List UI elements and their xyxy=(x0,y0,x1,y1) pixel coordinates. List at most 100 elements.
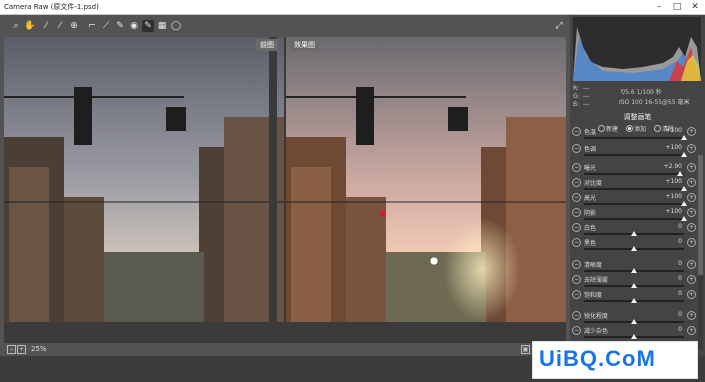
increase-icon[interactable]: + xyxy=(687,260,696,269)
zoom-in-icon[interactable]: + xyxy=(17,345,26,354)
increase-icon[interactable]: + xyxy=(687,127,696,136)
maximize-button[interactable]: □ xyxy=(668,0,686,14)
increase-icon[interactable]: + xyxy=(687,238,696,247)
site-watermark: UiBQ.CoM xyxy=(532,341,698,379)
crop-icon[interactable]: ⌐ xyxy=(86,20,98,32)
slider-value[interactable]: +100 xyxy=(650,144,682,151)
slider-label: 锐化程度 xyxy=(584,313,609,320)
after-image: 效果图 xyxy=(286,37,566,343)
adjustment-brush-icon[interactable]: ✎ xyxy=(142,20,154,32)
slider-value[interactable]: 0 xyxy=(650,326,682,333)
slider-label: 曝光 xyxy=(584,165,597,172)
close-button[interactable]: ✕ xyxy=(686,0,704,14)
increase-icon[interactable]: + xyxy=(687,144,696,153)
slider-value[interactable]: +100 xyxy=(650,178,682,185)
view-mode-icon[interactable]: ▣ xyxy=(521,345,530,354)
slider-label: 阴影 xyxy=(584,210,597,217)
slider-value[interactable]: 0 xyxy=(650,275,682,282)
increase-icon[interactable]: + xyxy=(687,163,696,172)
slider-value[interactable]: 0 xyxy=(650,311,682,318)
spot-removal-icon[interactable]: ✎ xyxy=(114,20,126,32)
title-bar: Camera Raw (原文件-1.psd) – □ ✕ xyxy=(0,0,705,15)
increase-icon[interactable]: + xyxy=(687,311,696,320)
g-value: --- xyxy=(583,93,590,100)
slider-track[interactable] xyxy=(584,154,684,156)
increase-icon[interactable]: + xyxy=(687,223,696,232)
slider-value[interactable]: 0 xyxy=(650,223,682,230)
slider-value[interactable]: 0 xyxy=(650,290,682,297)
decrease-icon[interactable]: − xyxy=(572,290,581,299)
radial-filter-icon[interactable]: ◯ xyxy=(170,20,182,32)
slider-track[interactable] xyxy=(584,137,684,139)
slider-thumb[interactable] xyxy=(681,135,687,140)
slider-thumb[interactable] xyxy=(681,216,687,221)
slider-thumb[interactable] xyxy=(681,152,687,157)
slider-thumb[interactable] xyxy=(677,171,683,176)
slider-value[interactable]: +100 xyxy=(650,127,682,134)
red-eye-icon[interactable]: ◉ xyxy=(128,20,140,32)
slider-value[interactable]: +100 xyxy=(650,193,682,200)
color-sampler-icon[interactable]: ⁄ xyxy=(54,20,66,32)
decrease-icon[interactable]: − xyxy=(572,193,581,202)
slider-thumb[interactable] xyxy=(631,231,637,236)
hand-icon[interactable]: ✋ xyxy=(24,20,36,32)
slider-thumb[interactable] xyxy=(631,334,637,339)
slider-label: 高光 xyxy=(584,195,597,202)
targeted-adjust-icon[interactable]: ⊕ xyxy=(68,20,80,32)
slider-value[interactable]: +2.90 xyxy=(650,163,682,170)
slider-thumb[interactable] xyxy=(631,246,637,251)
slider-thumb[interactable] xyxy=(681,201,687,206)
straighten-icon[interactable]: ⟋ xyxy=(100,20,112,32)
slider-thumb[interactable] xyxy=(631,268,637,273)
zoom-icon[interactable]: ⌕ xyxy=(10,20,22,32)
zoom-level[interactable]: 25% xyxy=(31,345,47,353)
decrease-icon[interactable]: − xyxy=(572,260,581,269)
graduated-filter-icon[interactable]: ▦ xyxy=(156,20,168,32)
preview-canvas[interactable]: 前图 效果图 xyxy=(4,37,566,343)
fullscreen-icon[interactable]: ⤢ xyxy=(553,20,565,32)
slider-label: 饱和度 xyxy=(584,292,603,299)
decrease-icon[interactable]: − xyxy=(572,311,581,320)
decrease-icon[interactable]: − xyxy=(572,275,581,284)
r-label: R: xyxy=(573,85,580,92)
slider-value[interactable]: +100 xyxy=(650,208,682,215)
increase-icon[interactable]: + xyxy=(687,208,696,217)
before-label: 前图 xyxy=(256,39,278,51)
white-balance-icon[interactable]: ⁄ xyxy=(40,20,52,32)
slider-track[interactable] xyxy=(584,218,684,220)
slider-thumb[interactable] xyxy=(631,298,637,303)
slider-thumb[interactable] xyxy=(681,186,687,191)
decrease-icon[interactable]: − xyxy=(572,326,581,335)
scrollbar-thumb[interactable] xyxy=(698,155,703,275)
slider-track[interactable] xyxy=(584,188,684,190)
slider-value[interactable]: 0 xyxy=(650,238,682,245)
decrease-icon[interactable]: − xyxy=(572,178,581,187)
increase-icon[interactable]: + xyxy=(687,275,696,284)
lens-info: ISO 100 16-55@55 毫米 xyxy=(619,99,690,106)
slider-thumb[interactable] xyxy=(631,283,637,288)
minimize-button[interactable]: – xyxy=(650,0,668,14)
slider-track[interactable] xyxy=(584,203,684,205)
decrease-icon[interactable]: − xyxy=(572,163,581,172)
slider-track[interactable] xyxy=(584,173,684,175)
exposure-info: f/5.6 1/100 秒 xyxy=(621,89,662,96)
before-image: 前图 xyxy=(4,37,284,343)
zoom-out-icon[interactable]: − xyxy=(7,345,16,354)
decrease-icon[interactable]: − xyxy=(572,208,581,217)
slider-row: − 黑色 0 + xyxy=(570,238,705,256)
decrease-icon[interactable]: − xyxy=(572,127,581,136)
decrease-icon[interactable]: − xyxy=(572,144,581,153)
panel-scrollbar[interactable] xyxy=(698,155,703,350)
slider-label: 黑色 xyxy=(584,240,597,247)
slider-row: − 色温 +100 + xyxy=(570,127,705,145)
increase-icon[interactable]: + xyxy=(687,326,696,335)
slider-value[interactable]: 0 xyxy=(650,260,682,267)
increase-icon[interactable]: + xyxy=(687,193,696,202)
increase-icon[interactable]: + xyxy=(687,290,696,299)
decrease-icon[interactable]: − xyxy=(572,223,581,232)
decrease-icon[interactable]: − xyxy=(572,238,581,247)
increase-icon[interactable]: + xyxy=(687,178,696,187)
slider-thumb[interactable] xyxy=(631,319,637,324)
histogram-readout: R: --- G: --- B: --- f/5.6 1/100 秒 ISO 1… xyxy=(573,83,701,109)
panel-title: 调整画笔 xyxy=(623,113,652,121)
